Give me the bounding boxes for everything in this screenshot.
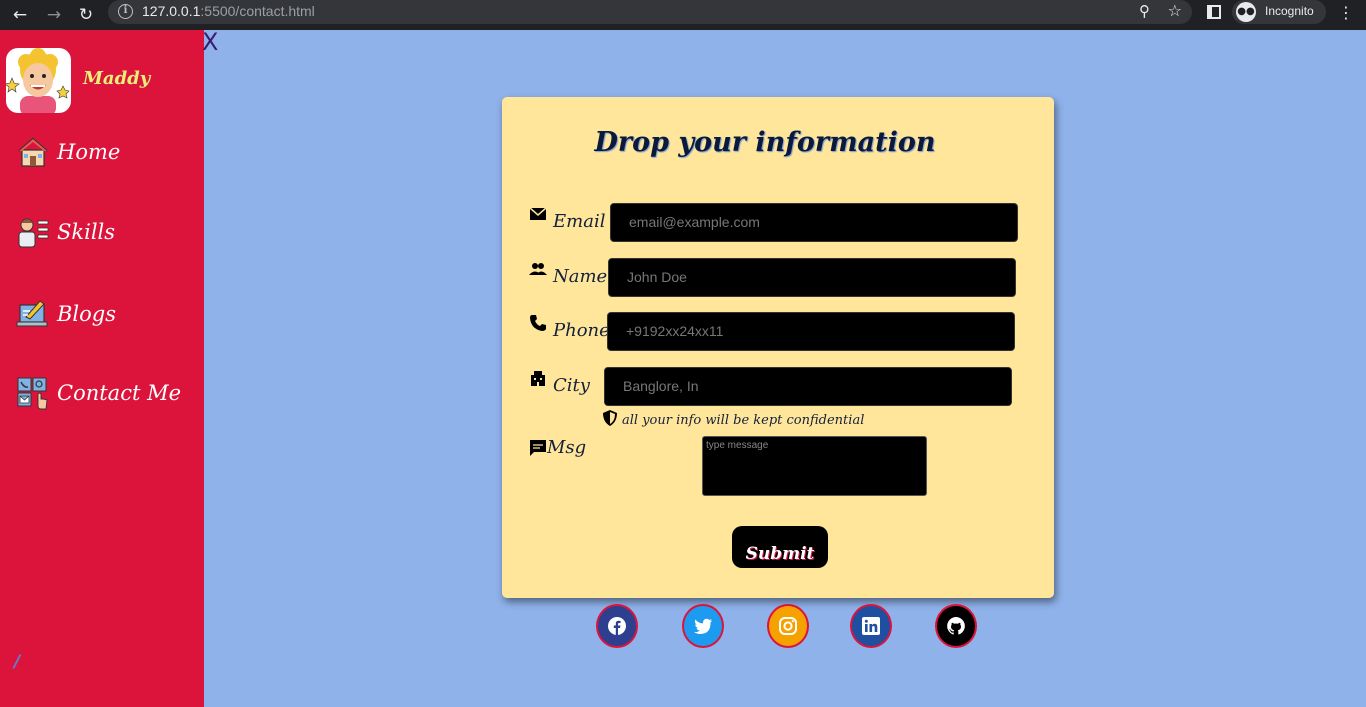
- bookmark-star-icon[interactable]: ☆: [1168, 1, 1182, 20]
- facebook-link[interactable]: [596, 604, 638, 648]
- sidebar-item-home[interactable]: Home: [16, 132, 120, 172]
- phone-icon: [530, 315, 546, 331]
- sidebar-item-label: Home: [57, 140, 121, 164]
- instagram-icon: [779, 617, 797, 635]
- twitter-icon: [694, 618, 712, 634]
- city-row: City Banglore, In: [529, 367, 1029, 407]
- name-field[interactable]: John Doe: [608, 258, 1016, 297]
- message-textarea[interactable]: type message: [702, 436, 927, 496]
- sidebar-item-label: Blogs: [57, 302, 117, 326]
- zoom-icon[interactable]: ⚲: [1139, 2, 1150, 20]
- sidebar-item-skills[interactable]: Skills: [16, 212, 115, 252]
- email-label: Email: [553, 211, 606, 232]
- confidential-note: all your info will be kept confidential: [602, 409, 864, 428]
- skills-icon: [18, 218, 49, 248]
- browser-menu-icon[interactable]: ⋮: [1338, 3, 1354, 23]
- people-icon: [529, 263, 547, 275]
- close-sidebar-button[interactable]: X: [202, 30, 222, 54]
- city-label: City: [553, 375, 590, 396]
- github-link[interactable]: [935, 604, 977, 648]
- name-row: Name John Doe: [529, 258, 1029, 298]
- sidebar-item-label: Skills: [57, 220, 116, 244]
- side-panel-icon[interactable]: [1207, 5, 1221, 19]
- shield-icon: [603, 410, 617, 426]
- back-arrow-icon[interactable]: ←: [8, 3, 32, 27]
- avatar: [6, 48, 71, 113]
- phone-row: Phone +9192xx24xx11: [529, 312, 1029, 352]
- email-row: Email email@example.com: [529, 203, 1029, 243]
- note-text: all your info will be kept confidential: [622, 413, 865, 428]
- twitter-link[interactable]: [682, 604, 724, 648]
- msg-row: Msg: [529, 437, 729, 477]
- incognito-profile[interactable]: ●● Incognito: [1232, 0, 1326, 24]
- sidebar-item-blogs[interactable]: Blogs: [16, 294, 116, 334]
- instagram-link[interactable]: [767, 604, 809, 648]
- forward-arrow-icon[interactable]: →: [42, 3, 66, 27]
- phone-field[interactable]: +9192xx24xx11: [607, 312, 1015, 351]
- house-icon: [18, 137, 48, 167]
- chat-icon: [530, 440, 546, 456]
- submit-button[interactable]: Submit: [732, 526, 828, 568]
- address-bar[interactable]: i 127.0.0.1:5500/contact.html ⚲ ☆: [108, 0, 1192, 24]
- msg-label: Msg: [547, 437, 587, 458]
- reload-icon[interactable]: ↻: [74, 3, 98, 27]
- city-field[interactable]: Banglore, In: [604, 367, 1012, 406]
- mail-icon: [529, 207, 547, 220]
- linkedin-icon: [862, 617, 880, 635]
- browser-chrome: ← → ↻ i 127.0.0.1:5500/contact.html ⚲ ☆ …: [0, 0, 1366, 30]
- email-field[interactable]: email@example.com: [610, 203, 1018, 242]
- sidebar-item-label: Contact Me: [57, 381, 182, 405]
- avatar-illustration: [6, 48, 70, 113]
- laptop-pen-icon: [16, 300, 48, 327]
- site-info-icon[interactable]: i: [118, 4, 133, 19]
- url-text[interactable]: 127.0.0.1:5500/contact.html: [142, 3, 315, 19]
- building-icon: [531, 371, 545, 386]
- name-label: Name: [553, 266, 608, 287]
- phone-label: Phone: [553, 320, 610, 341]
- github-icon: [947, 617, 965, 635]
- footer-mark: /: [14, 652, 21, 672]
- incognito-icon: ●●: [1236, 2, 1256, 22]
- linkedin-link[interactable]: [850, 604, 892, 648]
- form-title: Drop your information: [594, 127, 936, 158]
- sidebar: Maddy Home Skills Blogs Contact Me /: [0, 30, 204, 707]
- brand-name: Maddy: [83, 68, 151, 89]
- sidebar-item-contact[interactable]: Contact Me: [16, 373, 181, 413]
- contact-form-card: Drop your information Email email@exampl…: [502, 97, 1054, 598]
- incognito-label: Incognito: [1265, 4, 1314, 18]
- facebook-icon: [608, 617, 626, 635]
- contact-card-icon: [17, 377, 48, 410]
